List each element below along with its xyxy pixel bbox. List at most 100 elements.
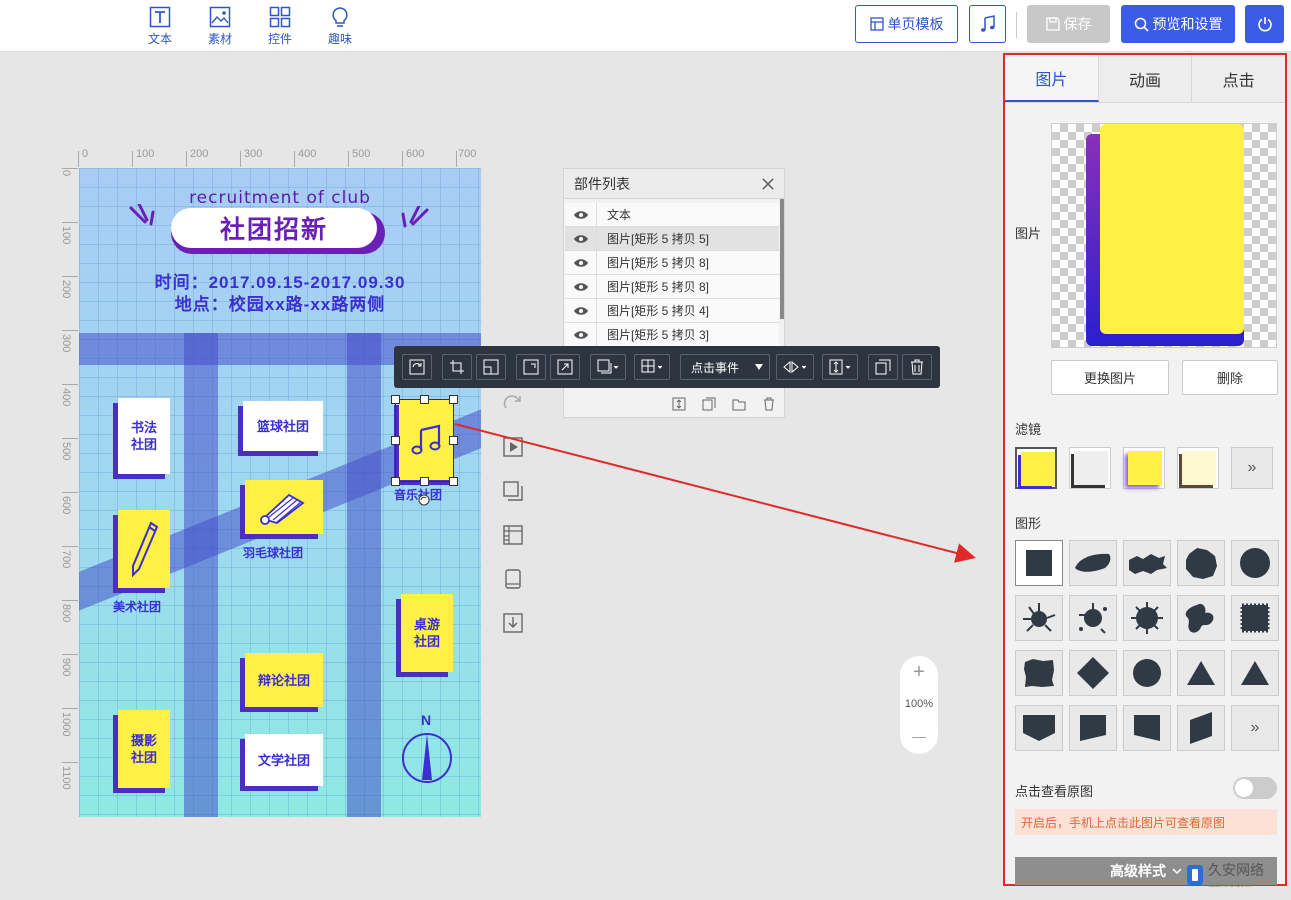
replace-image-button[interactable]: 更换图片 xyxy=(1051,360,1169,395)
shape-splat[interactable] xyxy=(1177,595,1225,641)
resize-handle[interactable] xyxy=(420,395,429,404)
shuttlecock-icon xyxy=(260,493,305,525)
shape-flag-left[interactable] xyxy=(1123,705,1171,751)
save-button[interactable]: 保存 xyxy=(1027,5,1110,43)
bring-forward-button[interactable] xyxy=(516,354,546,380)
delete-image-button[interactable]: 删除 xyxy=(1182,360,1278,395)
shape-triangle-2[interactable] xyxy=(1231,650,1279,696)
eye-icon[interactable] xyxy=(573,306,589,316)
click-event-select[interactable]: 点击事件 xyxy=(680,354,770,380)
close-icon[interactable] xyxy=(760,176,776,192)
eye-icon[interactable] xyxy=(573,234,589,244)
rotate-button[interactable] xyxy=(402,354,432,380)
shape-splatter-2[interactable] xyxy=(1069,595,1117,641)
shape-circle[interactable] xyxy=(1123,650,1171,696)
tool-fun[interactable]: 趣味 xyxy=(320,6,360,47)
filter-more-button[interactable]: » xyxy=(1231,447,1273,489)
view-original-toggle[interactable] xyxy=(1233,777,1277,799)
tool-text[interactable]: 文本 xyxy=(140,6,180,47)
card-boardgame[interactable]: 桌游 社团 xyxy=(401,594,453,672)
shape-blob-1[interactable] xyxy=(1177,540,1225,586)
folder-icon[interactable] xyxy=(732,397,746,411)
resize-button[interactable] xyxy=(476,354,506,380)
resize-handle[interactable] xyxy=(449,436,458,445)
element-toolbar: 点击事件 xyxy=(394,346,940,388)
eye-icon[interactable] xyxy=(573,210,589,220)
music-button[interactable] xyxy=(969,5,1006,43)
shape-stamp[interactable] xyxy=(1231,595,1279,641)
shape-more-button[interactable]: » xyxy=(1231,705,1279,751)
mobile-icon[interactable] xyxy=(502,568,524,590)
shape-brush-1[interactable] xyxy=(1069,540,1117,586)
download-icon[interactable] xyxy=(502,612,524,634)
zoom-in-button[interactable]: + xyxy=(900,656,938,688)
shape-brush-2[interactable] xyxy=(1123,540,1171,586)
distribute-dropdown[interactable] xyxy=(822,354,858,380)
layer-row[interactable]: 图片[矩形 5 拷贝 3] xyxy=(565,322,779,347)
send-backward-button[interactable] xyxy=(550,354,580,380)
filter-original[interactable] xyxy=(1015,447,1057,489)
layer-row[interactable]: 图片[矩形 5 拷贝 8] xyxy=(565,274,779,299)
layer-row[interactable]: 图片[矩形 5 拷贝 4] xyxy=(565,298,779,323)
card-art[interactable] xyxy=(118,510,170,588)
shape-flag-right[interactable] xyxy=(1069,705,1117,751)
card-debate[interactable]: 辩论社团 xyxy=(245,653,323,707)
page-template-button[interactable]: 单页模板 xyxy=(855,5,958,43)
card-photo[interactable]: 摄影 社团 xyxy=(118,710,170,788)
resize-handle[interactable] xyxy=(391,436,400,445)
layer-row[interactable]: 文本 xyxy=(565,202,779,227)
zoom-out-button[interactable]: — xyxy=(900,720,938,752)
style-dropdown[interactable] xyxy=(590,354,626,380)
trash-icon[interactable] xyxy=(762,397,776,411)
tab-click[interactable]: 点击 xyxy=(1192,55,1285,102)
align-icon[interactable] xyxy=(672,397,686,411)
resize-handle[interactable] xyxy=(391,477,400,486)
resize-handle[interactable] xyxy=(391,395,400,404)
layer-row[interactable]: 图片[矩形 5 拷贝 5] xyxy=(565,226,779,251)
poster-canvas[interactable]: recruitment of club 社团招新 时间：2017.09.15-2… xyxy=(79,168,481,817)
resize-handle[interactable] xyxy=(420,477,429,486)
layer-row[interactable]: 图片[矩形 5 拷贝 8] xyxy=(565,250,779,275)
eye-icon[interactable] xyxy=(573,258,589,268)
copy-icon[interactable] xyxy=(702,397,716,411)
card-calligraphy[interactable]: 书法 社团 xyxy=(118,398,170,474)
rotate-handle-icon[interactable] xyxy=(418,494,430,506)
shape-parallelogram[interactable] xyxy=(1177,705,1225,751)
filter-blur[interactable] xyxy=(1123,447,1165,489)
tool-material[interactable]: 素材 xyxy=(200,6,240,47)
preview-settings-button[interactable]: 预览和设置 xyxy=(1121,5,1235,43)
tool-widgets[interactable]: 控件 xyxy=(260,6,300,47)
tab-image[interactable]: 图片 xyxy=(1005,55,1099,102)
flip-dropdown[interactable] xyxy=(776,354,814,380)
grid-ruler-icon[interactable] xyxy=(502,524,524,546)
resize-handle[interactable] xyxy=(449,477,458,486)
layer-scrollbar[interactable] xyxy=(780,199,784,319)
layers-icon[interactable] xyxy=(502,480,524,502)
duplicate-button[interactable] xyxy=(868,354,898,380)
card-basketball[interactable]: 篮球社团 xyxy=(243,401,323,451)
play-icon[interactable] xyxy=(502,436,524,458)
delete-element-button[interactable] xyxy=(902,354,932,380)
card-badminton[interactable] xyxy=(245,480,323,534)
shape-splatter-3[interactable] xyxy=(1123,595,1171,641)
shape-triangle[interactable] xyxy=(1177,650,1225,696)
filter-sepia[interactable] xyxy=(1177,447,1219,489)
tab-animation[interactable]: 动画 xyxy=(1099,55,1193,102)
redo-icon[interactable] xyxy=(502,392,524,414)
eye-icon[interactable] xyxy=(573,282,589,292)
filter-grayscale[interactable] xyxy=(1069,447,1111,489)
compass-north: N xyxy=(421,712,432,728)
resize-handle[interactable] xyxy=(449,395,458,404)
card-literature[interactable]: 文学社团 xyxy=(245,734,323,786)
panel-tabs: 图片 动画 点击 xyxy=(1005,55,1285,103)
shape-blob-2[interactable] xyxy=(1231,540,1279,586)
shape-splatter-1[interactable] xyxy=(1015,595,1063,641)
shape-rough-square[interactable] xyxy=(1015,650,1063,696)
shape-pentagon-down[interactable] xyxy=(1015,705,1063,751)
align-dropdown[interactable] xyxy=(634,354,670,380)
eye-icon[interactable] xyxy=(573,330,589,340)
shape-diamond[interactable] xyxy=(1069,650,1117,696)
crop-button[interactable] xyxy=(442,354,472,380)
power-button[interactable] xyxy=(1245,5,1284,43)
shape-square[interactable] xyxy=(1015,540,1063,586)
